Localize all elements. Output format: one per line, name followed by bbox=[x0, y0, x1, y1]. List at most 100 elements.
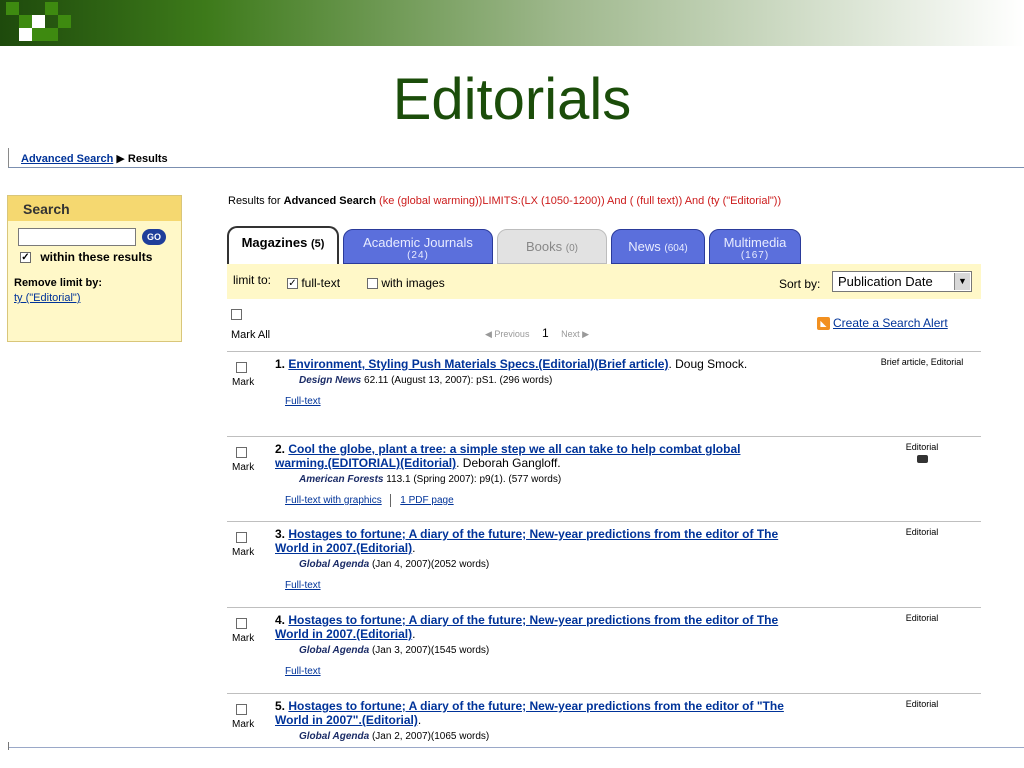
link-divider bbox=[390, 494, 392, 507]
mark-all-checkbox[interactable] bbox=[231, 309, 242, 320]
search-panel: Search GO ✓ within these results Remove … bbox=[7, 195, 182, 342]
mark-checkbox[interactable] bbox=[236, 362, 247, 373]
mark-all-row: Mark All ◀ Previous 1 Next ▶ ◣ Create a S… bbox=[227, 300, 981, 352]
results-for-prefix: Results for bbox=[228, 195, 284, 207]
mark-checkbox[interactable] bbox=[236, 447, 247, 458]
limit-to-label: limit to: bbox=[233, 273, 272, 287]
mark-checkbox[interactable] bbox=[236, 618, 247, 629]
slide-title: Editorials bbox=[392, 67, 632, 132]
result-item: Mark 2. Cool the globe, plant a tree: a … bbox=[227, 437, 981, 522]
mark-checkbox[interactable] bbox=[236, 704, 247, 715]
tab-multimedia-count: (167) bbox=[740, 250, 770, 261]
sort-select-value: Publication Date bbox=[838, 274, 933, 289]
result-doctype: Editorial bbox=[905, 527, 939, 537]
sort-by-label: Sort by: bbox=[779, 277, 821, 291]
result-details: (Jan 3, 2007)(1545 words) bbox=[369, 645, 490, 656]
rss-icon: ◣ bbox=[817, 317, 830, 331]
limit-editorial-link[interactable]: ty ("Editorial") bbox=[14, 292, 81, 304]
result-details: 113.1 (Spring 2007): p9(1). (577 words) bbox=[383, 474, 562, 485]
full-text-with-graphics-link[interactable]: Full-text with graphics bbox=[285, 495, 382, 506]
within-results-checkbox[interactable]: ✓ bbox=[20, 252, 31, 264]
header-band bbox=[0, 0, 1024, 46]
result-details: (Jan 2, 2007)(1065 words) bbox=[369, 731, 490, 742]
result-item: Mark 5. Hostages to fortune; A diary of … bbox=[227, 694, 981, 747]
search-panel-title: Search bbox=[8, 196, 181, 221]
full-text-link[interactable]: Full-text bbox=[285, 580, 321, 591]
tab-news-label: News bbox=[628, 239, 661, 254]
mark-label: Mark bbox=[232, 547, 255, 558]
result-author: . bbox=[412, 627, 416, 641]
breadcrumb-current: Results bbox=[127, 153, 168, 165]
result-publication: American Forests bbox=[299, 474, 384, 485]
result-doctype: Editorial bbox=[905, 699, 939, 709]
full-text-link[interactable]: Full-text bbox=[285, 396, 321, 407]
with-images-label: with images bbox=[381, 276, 445, 290]
tab-books[interactable]: Books (0) bbox=[497, 229, 607, 264]
result-item: Mark 4. Hostages to fortune; A diary of … bbox=[227, 608, 981, 694]
tab-news[interactable]: News (604) bbox=[611, 229, 705, 264]
mark-checkbox[interactable] bbox=[236, 532, 247, 543]
result-number: 3. bbox=[275, 527, 286, 541]
within-results-label: within these results bbox=[40, 250, 153, 264]
previous-page-link[interactable]: ◀ Previous bbox=[485, 329, 529, 339]
mark-all-label: Mark All bbox=[231, 329, 271, 341]
tab-magazines[interactable]: Magazines (5) bbox=[227, 226, 339, 264]
result-publication: Design News bbox=[299, 375, 362, 386]
result-doctype: Editorial bbox=[877, 441, 967, 466]
mark-label: Mark bbox=[232, 462, 255, 473]
tab-magazines-label: Magazines bbox=[241, 235, 308, 250]
result-publication: Global Agenda bbox=[299, 645, 370, 656]
mark-label: Mark bbox=[232, 377, 255, 388]
left-border-tick bbox=[8, 742, 9, 750]
search-alert: ◣ Create a Search Alert bbox=[817, 316, 948, 331]
fulltext-label: full-text bbox=[301, 276, 341, 290]
results-for-line: Results for Advanced Search (ke (global … bbox=[228, 195, 781, 207]
tab-multimedia-label: Multimedia bbox=[723, 235, 787, 250]
full-text-link[interactable]: Full-text bbox=[285, 666, 321, 677]
result-number: 5. bbox=[275, 699, 286, 713]
result-title-link[interactable]: Hostages to fortune; A diary of the futu… bbox=[275, 699, 784, 727]
breadcrumb-advanced-search-link[interactable]: Advanced Search bbox=[21, 153, 113, 165]
result-title-link[interactable]: Environment, Styling Push Materials Spec… bbox=[288, 357, 668, 371]
go-button[interactable]: GO bbox=[142, 229, 166, 245]
result-author: . Doug Smock. bbox=[668, 357, 748, 371]
limit-bar: limit to: ✓ full-text with images Sort b… bbox=[227, 264, 981, 299]
result-doctype-label: Editorial bbox=[905, 442, 939, 452]
sort-select[interactable]: Publication Date ▼ bbox=[832, 271, 972, 292]
current-page-number: 1 bbox=[541, 326, 549, 340]
result-title-link[interactable]: Hostages to fortune; A diary of the futu… bbox=[275, 527, 778, 555]
search-input[interactable] bbox=[18, 228, 136, 246]
tab-multimedia[interactable]: Multimedia (167) bbox=[709, 229, 801, 264]
tab-academic-journals[interactable]: Academic Journals (24) bbox=[343, 229, 493, 264]
result-number: 4. bbox=[275, 613, 286, 627]
result-details: 62.11 (August 13, 2007): pS1. (296 words… bbox=[361, 375, 553, 386]
bottom-divider bbox=[8, 747, 1024, 748]
dropdown-arrow-icon[interactable]: ▼ bbox=[954, 273, 970, 290]
result-title-link[interactable]: Hostages to fortune; A diary of the futu… bbox=[275, 613, 778, 641]
result-item: Mark 3. Hostages to fortune; A diary of … bbox=[227, 522, 981, 608]
tab-academic-journals-count: (24) bbox=[407, 250, 429, 261]
breadcrumb: Advanced Search ▶ Results bbox=[8, 148, 1024, 168]
with-images-checkbox[interactable] bbox=[367, 278, 378, 290]
result-doctype: Brief article, Editorial bbox=[880, 357, 964, 367]
camera-icon bbox=[916, 455, 928, 463]
result-author: . bbox=[412, 541, 416, 555]
result-doctype: Editorial bbox=[905, 613, 939, 623]
pdf-page-link[interactable]: 1 PDF page bbox=[400, 495, 453, 506]
breadcrumb-separator-icon: ▶ bbox=[116, 153, 125, 165]
tab-news-count: (604) bbox=[664, 243, 688, 254]
result-number: 2. bbox=[275, 442, 286, 456]
result-author: . bbox=[417, 713, 422, 727]
create-search-alert-link[interactable]: Create a Search Alert bbox=[833, 316, 948, 330]
content-type-tabs: Magazines (5) Academic Journals (24) Boo… bbox=[227, 226, 805, 264]
fulltext-checkbox[interactable]: ✓ bbox=[287, 278, 298, 290]
results-search-type: Advanced Search bbox=[283, 195, 376, 207]
tab-books-count: (0) bbox=[565, 243, 578, 254]
remove-limit-label: Remove limit by: bbox=[14, 277, 103, 289]
result-author: . Deborah Gangloff. bbox=[456, 456, 561, 470]
results-query: (ke (global warming))LIMITS:(LX (1050-12… bbox=[379, 195, 782, 207]
pager: ◀ Previous 1 Next ▶ bbox=[485, 326, 589, 340]
result-number: 1. bbox=[275, 357, 286, 371]
mark-label: Mark bbox=[232, 719, 255, 730]
next-page-link[interactable]: Next ▶ bbox=[561, 329, 589, 339]
